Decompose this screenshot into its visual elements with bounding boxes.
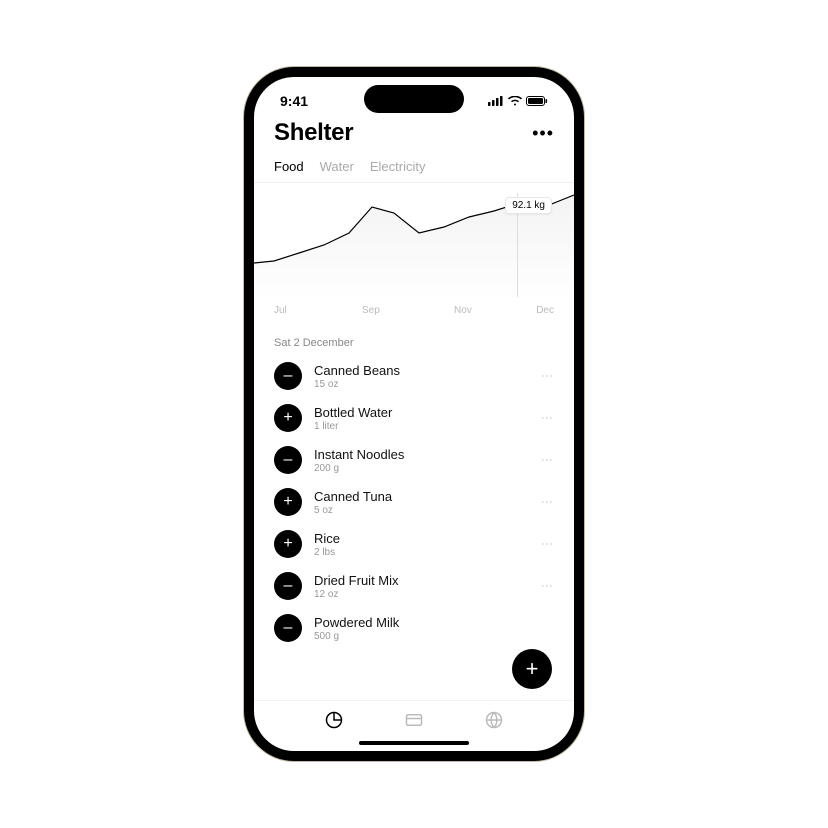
status-icons: [488, 96, 548, 106]
chart-pie-icon[interactable]: [325, 711, 343, 729]
tick-sep: Sep: [362, 305, 380, 316]
plus-icon[interactable]: [274, 488, 302, 516]
list-item: Instant Noodles 200 g ⋮: [274, 439, 554, 481]
tabs: Food Water Electricity: [254, 153, 574, 183]
tab-water[interactable]: Water: [320, 159, 354, 174]
item-more-icon[interactable]: ⋮: [540, 538, 554, 551]
chart-callout: 92.1 kg: [505, 197, 552, 214]
signal-icon: [488, 96, 504, 106]
minus-icon[interactable]: [274, 362, 302, 390]
item-sub: 15 oz: [314, 379, 528, 390]
minus-icon[interactable]: [274, 446, 302, 474]
list-item: Powdered Milk 500 g: [274, 607, 554, 649]
status-time: 9:41: [280, 93, 308, 109]
tick-nov: Nov: [454, 305, 472, 316]
date-header: Sat 2 December: [254, 329, 574, 355]
item-more-icon[interactable]: ⋮: [540, 580, 554, 593]
item-title: Bottled Water: [314, 405, 528, 420]
battery-icon: [526, 96, 548, 106]
card-icon[interactable]: [405, 711, 423, 729]
page-title: Shelter: [274, 119, 353, 147]
tab-food[interactable]: Food: [274, 159, 304, 174]
item-title: Powdered Milk: [314, 615, 554, 630]
item-sub: 12 oz: [314, 589, 528, 600]
item-title: Rice: [314, 531, 528, 546]
screen: 9:41 Shelter ••• Food Water Electricity: [254, 77, 574, 751]
list-item: Bottled Water 1 liter ⋮: [274, 397, 554, 439]
chart-x-axis: Jul Sep Nov Dec: [254, 299, 574, 305]
minus-icon[interactable]: [274, 572, 302, 600]
tab-bar: [254, 700, 574, 735]
dynamic-island: [364, 85, 464, 113]
list-item: Rice 2 lbs ⋮: [274, 523, 554, 565]
plus-icon[interactable]: [274, 530, 302, 558]
item-sub: 200 g: [314, 463, 528, 474]
item-sub: 1 liter: [314, 421, 528, 432]
item-more-icon[interactable]: ⋮: [540, 412, 554, 425]
chart: 92.1 kg Jul Sep Nov Dec: [254, 183, 574, 329]
item-sub: 2 lbs: [314, 547, 528, 558]
tick-jul: Jul: [274, 305, 287, 316]
minus-icon[interactable]: [274, 614, 302, 642]
plus-icon[interactable]: [274, 404, 302, 432]
wifi-icon: [508, 96, 522, 106]
item-title: Canned Tuna: [314, 489, 528, 504]
globe-icon[interactable]: [485, 711, 503, 729]
tab-electricity[interactable]: Electricity: [370, 159, 426, 174]
item-title: Instant Noodles: [314, 447, 528, 462]
item-sub: 5 oz: [314, 505, 528, 516]
item-title: Dried Fruit Mix: [314, 573, 528, 588]
item-list: Canned Beans 15 oz ⋮ Bottled Water 1 lit…: [254, 355, 574, 700]
item-more-icon[interactable]: ⋮: [540, 454, 554, 467]
list-item: Canned Beans 15 oz ⋮: [274, 355, 554, 397]
home-indicator[interactable]: [254, 735, 574, 751]
tick-dec: Dec: [536, 305, 554, 316]
item-sub: 500 g: [314, 631, 554, 642]
add-button[interactable]: +: [512, 649, 552, 689]
more-icon[interactable]: •••: [532, 123, 554, 144]
item-more-icon[interactable]: ⋮: [540, 370, 554, 383]
list-item: Dried Fruit Mix 12 oz ⋮: [274, 565, 554, 607]
phone-frame: 9:41 Shelter ••• Food Water Electricity: [244, 67, 584, 761]
list-item: Canned Tuna 5 oz ⋮: [274, 481, 554, 523]
item-more-icon[interactable]: ⋮: [540, 496, 554, 509]
item-title: Canned Beans: [314, 363, 528, 378]
